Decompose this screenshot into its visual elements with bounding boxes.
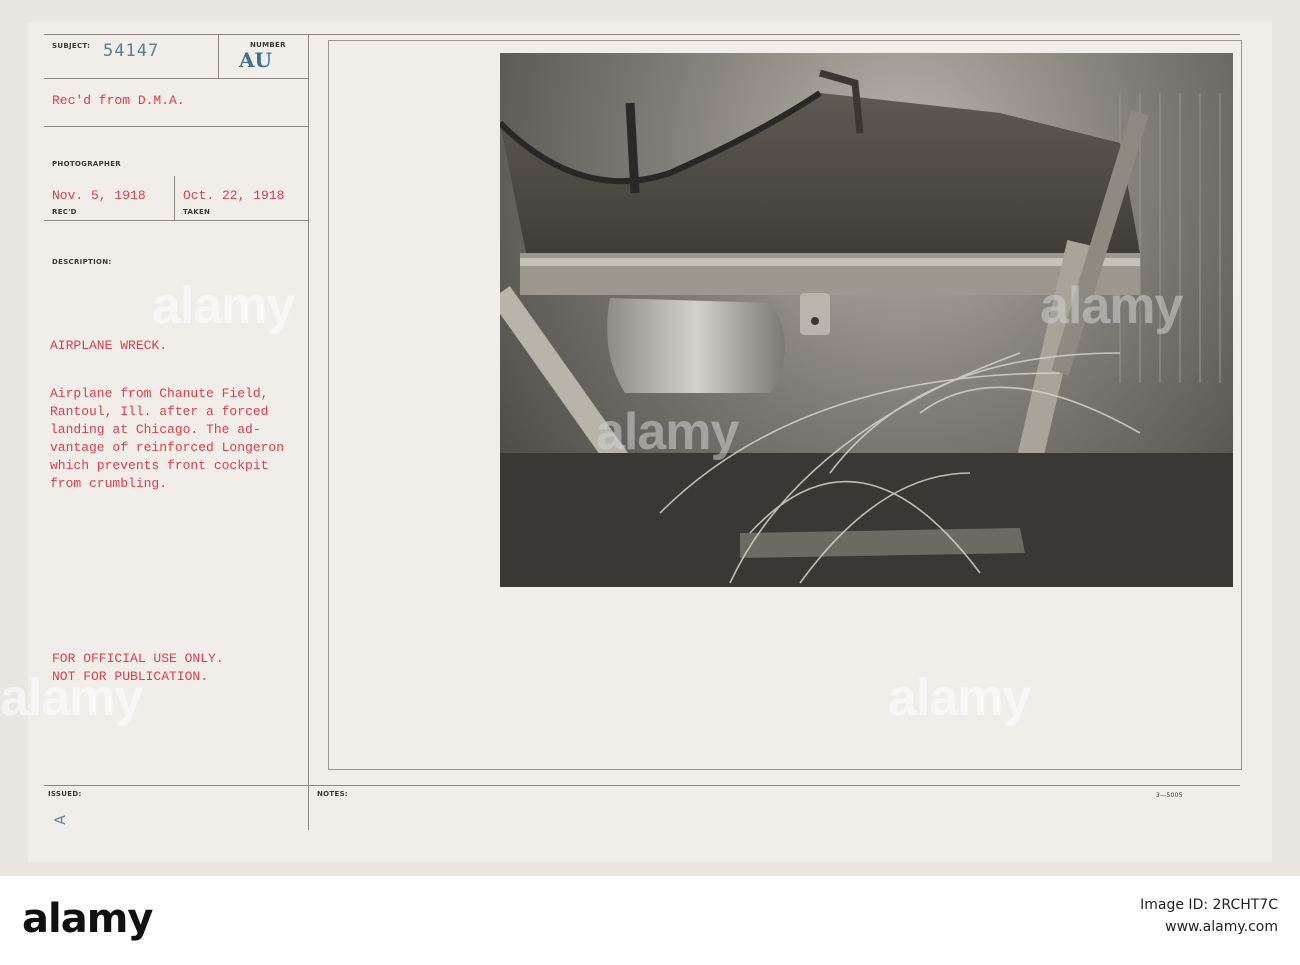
description-title: AIRPLANE WRECK. bbox=[50, 338, 168, 353]
photographer-label: PHOTOGRAPHER bbox=[52, 160, 121, 168]
watermark-right-bottom: alamy bbox=[888, 669, 1031, 727]
notes-label: NOTES: bbox=[317, 790, 349, 798]
notice-line: FOR OFFICIAL USE ONLY. bbox=[52, 651, 224, 666]
footer-image-info: Image ID: 2RCHT7C www.alamy.com bbox=[1140, 894, 1278, 938]
received-from: Rec'd from D.M.A. bbox=[52, 93, 185, 108]
stock-footer: alamy Image ID: 2RCHT7C www.alamy.com bbox=[0, 876, 1300, 965]
description-line: Airplane from Chanute Field, bbox=[50, 386, 269, 401]
number-stamp: AU bbox=[239, 48, 272, 72]
subject-number: 54147 bbox=[103, 41, 160, 61]
taken-label: TAKEN bbox=[183, 208, 211, 216]
taken-date: Oct. 22, 1918 bbox=[183, 188, 285, 203]
description-line: vantage of reinforced Longeron bbox=[50, 440, 285, 455]
issued-label: ISSUED: bbox=[48, 790, 82, 798]
rule-under-received bbox=[44, 126, 308, 127]
description-line: landing at Chicago. The ad- bbox=[50, 422, 261, 437]
watermark-left-top: alamy bbox=[152, 277, 295, 335]
date-divider bbox=[174, 176, 175, 220]
description-line: Rantoul, Ill. after a forced bbox=[50, 404, 269, 419]
rule-under-subject bbox=[44, 78, 308, 79]
rule-under-dates bbox=[44, 220, 308, 221]
subject-label: SUBJECT: bbox=[52, 42, 91, 50]
watermark-photo-top: alamy bbox=[1040, 277, 1183, 335]
watermark-photo-center: alamy bbox=[596, 403, 739, 461]
recd-label: REC'D bbox=[52, 208, 77, 216]
rule-above-issued bbox=[44, 785, 1240, 786]
description-label: DESCRIPTION: bbox=[52, 258, 112, 266]
footer-logo: alamy bbox=[22, 896, 153, 942]
description-line: from crumbling. bbox=[50, 476, 168, 491]
image-id: Image ID: 2RCHT7C bbox=[1140, 897, 1278, 913]
description-text: Airplane from Chanute Field, Rantoul, Il… bbox=[50, 385, 284, 493]
recd-date: Nov. 5, 1918 bbox=[52, 188, 146, 203]
issued-mark: A bbox=[52, 815, 69, 825]
archive-card: SUBJECT: 54147 NUMBER AU Rec'd from D.M.… bbox=[0, 0, 1300, 876]
site-url: www.alamy.com bbox=[1165, 919, 1278, 935]
description-line: which prevents front cockpit bbox=[50, 458, 269, 473]
watermark-left-bottom: alamy bbox=[0, 669, 143, 727]
form-number: 3—5005 bbox=[1156, 792, 1183, 799]
subject-divider bbox=[218, 34, 219, 78]
top-rule bbox=[44, 34, 1240, 35]
left-column-divider bbox=[308, 34, 309, 830]
